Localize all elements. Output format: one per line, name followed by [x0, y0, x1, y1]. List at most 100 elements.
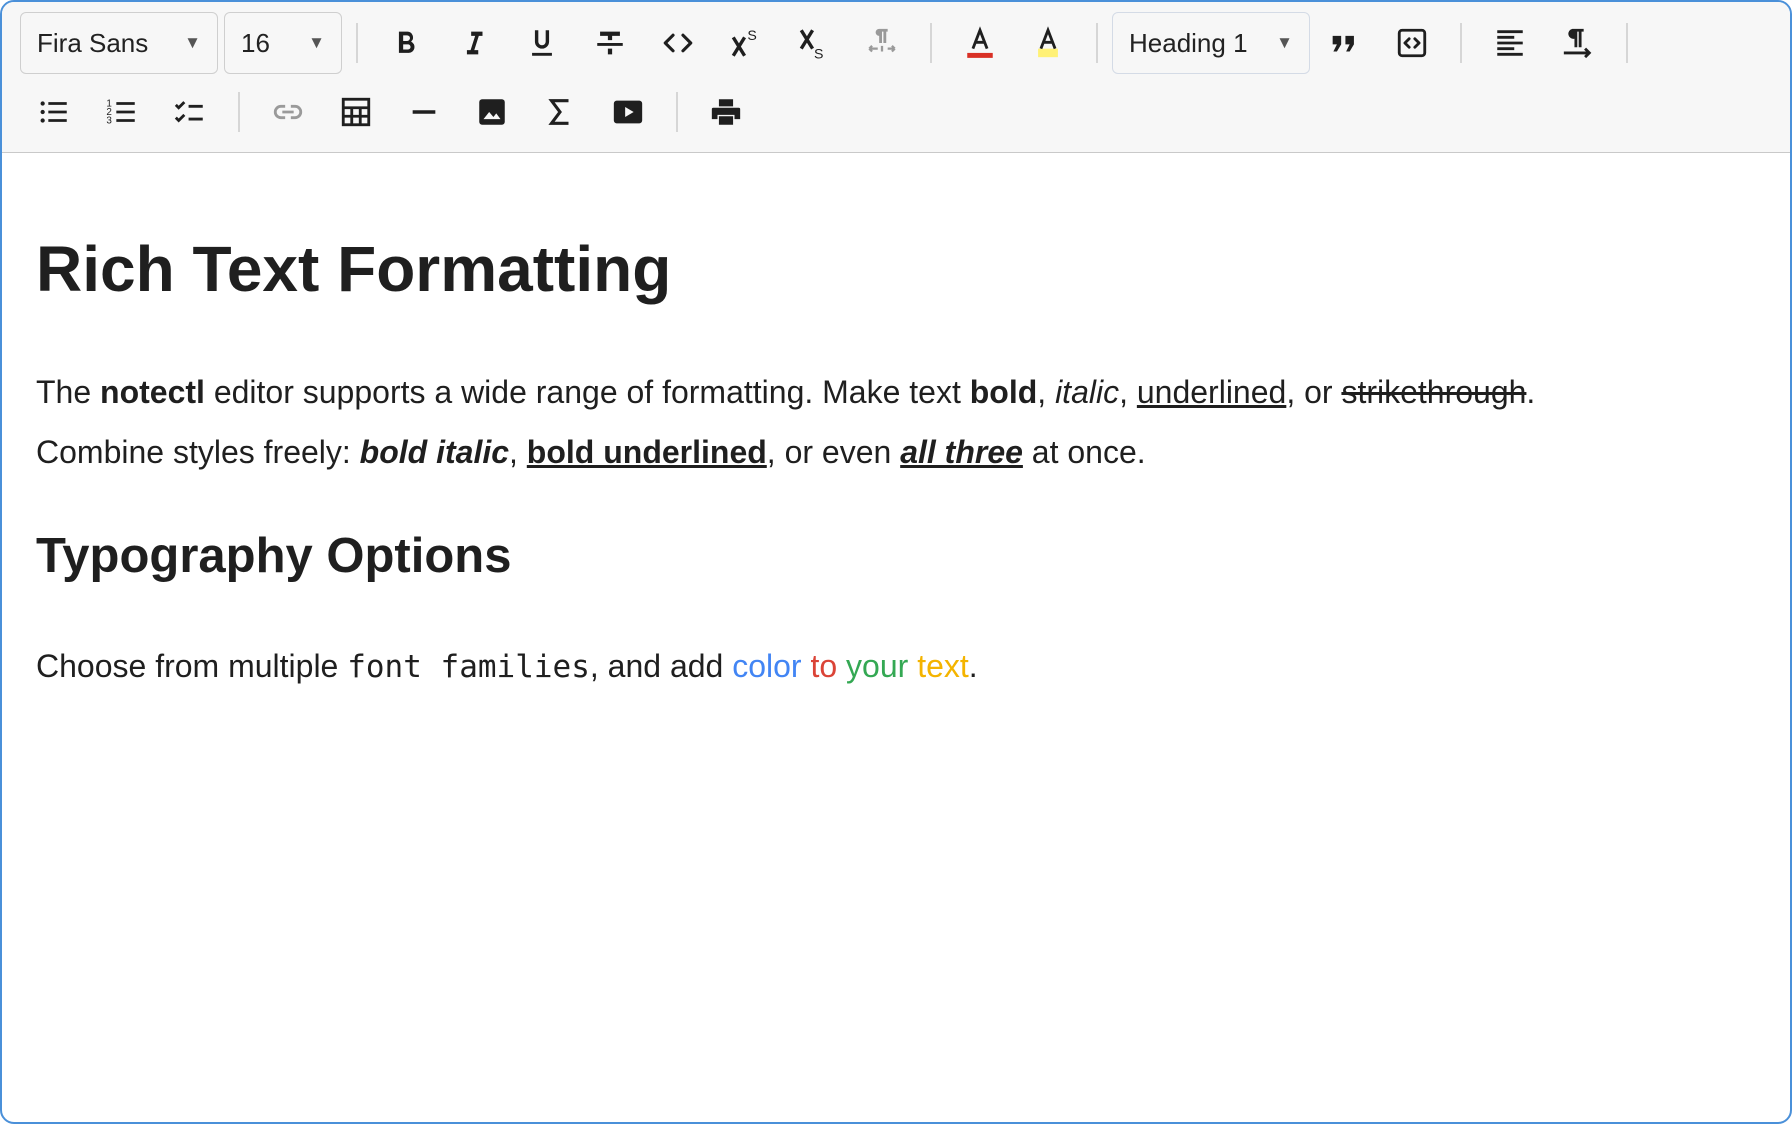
checklist-button[interactable] — [156, 81, 224, 143]
video-icon — [613, 100, 643, 124]
text-run: , — [1119, 374, 1137, 410]
font-family-select[interactable]: Fira Sans ▼ — [20, 12, 218, 74]
print-button[interactable] — [692, 81, 760, 143]
text-run: , or — [1286, 374, 1342, 410]
checklist-icon — [174, 101, 203, 123]
text-direction-button[interactable] — [848, 12, 916, 74]
bold-italic-underlined-text: all three — [900, 434, 1023, 470]
strikethrough-text: strikethrough — [1341, 374, 1527, 410]
bold-icon — [398, 31, 415, 53]
text-run: at once. — [1022, 434, 1146, 470]
font-color-button[interactable] — [946, 12, 1014, 74]
strikethrough-button[interactable] — [576, 12, 644, 74]
svg-text:S: S — [747, 28, 756, 44]
text-run: Choose from multiple — [36, 648, 348, 684]
subscript-button[interactable]: S — [780, 12, 848, 74]
strikethrough-icon — [597, 31, 623, 55]
bullet-list-button[interactable] — [20, 81, 88, 143]
math-button[interactable] — [526, 81, 594, 143]
heading-2[interactable]: Typography Options — [36, 528, 511, 584]
highlight-button[interactable] — [1014, 12, 1082, 74]
svg-text:3: 3 — [106, 115, 112, 126]
sigma-icon — [548, 99, 569, 125]
block-type-select[interactable]: Heading 1 ▼ — [1112, 12, 1310, 74]
toolbar: Fira Sans ▼ 16 ▼ S S Heading 1 ▼ 1 2 3 — [2, 2, 1790, 153]
rich-text-editor: Fira Sans ▼ 16 ▼ S S Heading 1 ▼ 1 2 3 R… — [0, 0, 1792, 1124]
toolbar-row-2: 123 — [20, 80, 760, 144]
heading-1[interactable]: Rich Text Formatting — [36, 232, 671, 306]
text-run: Combine styles freely: — [36, 434, 360, 470]
blue-text: color — [732, 648, 802, 684]
font-size-select[interactable]: 16 ▼ — [224, 12, 342, 74]
green-text: your — [846, 648, 909, 684]
text-run: , — [1037, 374, 1056, 410]
font-family-value: Fira Sans — [37, 27, 149, 58]
numbered-list-button[interactable]: 123 — [88, 81, 156, 143]
table-icon — [341, 97, 371, 127]
horizontal-rule-button[interactable] — [390, 81, 458, 143]
font-color-icon — [967, 26, 993, 58]
inline-code-button[interactable] — [644, 12, 712, 74]
text-run: , and add — [589, 648, 733, 684]
table-button[interactable] — [322, 81, 390, 143]
toolbar-separator — [1626, 23, 1628, 63]
toolbar-separator — [1096, 23, 1098, 63]
bold-underlined-text: bold underlined — [526, 434, 767, 470]
paragraph-direction-icon — [1563, 28, 1592, 59]
text-run: , or even — [766, 434, 901, 470]
bold-button[interactable] — [372, 12, 440, 74]
toolbar-separator — [930, 23, 932, 63]
horizontal-rule-icon — [412, 110, 436, 114]
underlined-text: underlined — [1136, 374, 1287, 410]
paragraph-direction-button[interactable] — [1544, 12, 1612, 74]
code-icon — [663, 33, 693, 53]
text-run: . — [968, 648, 978, 684]
red-text: to — [810, 648, 838, 684]
text-run: . — [1526, 374, 1536, 410]
subscript-icon: S — [799, 29, 823, 60]
highlight-icon — [1038, 26, 1058, 58]
italic-icon — [466, 31, 483, 55]
image-icon — [479, 99, 505, 125]
code-block-icon — [1397, 28, 1427, 58]
superscript-button[interactable]: S — [712, 12, 780, 74]
underline-icon — [532, 30, 552, 56]
image-button[interactable] — [458, 81, 526, 143]
text-run: editor supports a wide range of formatti… — [204, 374, 970, 410]
italic-text: italic — [1055, 374, 1120, 410]
toolbar-row-1: Fira Sans ▼ 16 ▼ S S Heading 1 ▼ — [20, 11, 1642, 75]
paragraph[interactable]: Choose from multiple font families, and … — [36, 648, 978, 685]
underline-button[interactable] — [508, 12, 576, 74]
italic-button[interactable] — [440, 12, 508, 74]
video-button[interactable] — [594, 81, 662, 143]
link-button[interactable] — [254, 81, 322, 143]
text-run: , — [509, 434, 527, 470]
bold-italic-text: bold italic — [359, 434, 510, 470]
bullet-list-icon — [40, 101, 67, 123]
svg-text:S: S — [814, 47, 823, 60]
yellow-text: text — [917, 648, 969, 684]
bold-text: notectl — [100, 374, 205, 410]
text-run: The — [36, 374, 101, 410]
bold-text: bold — [969, 374, 1038, 410]
numbered-list-icon: 123 — [106, 98, 135, 126]
chevron-down-icon: ▼ — [1276, 33, 1293, 52]
font-size-value: 16 — [241, 27, 270, 58]
superscript-icon: S — [731, 28, 757, 57]
monospace-text: font families — [347, 649, 590, 685]
link-icon — [273, 104, 303, 120]
toolbar-separator — [238, 92, 240, 132]
chevron-down-icon: ▼ — [184, 33, 201, 52]
text-direction-icon — [868, 28, 896, 53]
toolbar-separator — [1460, 23, 1462, 63]
paragraph[interactable]: The notectl editor supports a wide range… — [36, 374, 1535, 411]
blockquote-button[interactable] — [1310, 12, 1378, 74]
paragraph[interactable]: Combine styles freely: bold italic, bold… — [36, 434, 1146, 471]
blockquote-icon — [1332, 35, 1354, 52]
toolbar-separator — [676, 92, 678, 132]
align-left-button[interactable] — [1476, 12, 1544, 74]
chevron-down-icon: ▼ — [308, 33, 325, 52]
align-left-icon — [1497, 30, 1523, 56]
toolbar-separator — [356, 23, 358, 63]
code-block-button[interactable] — [1378, 12, 1446, 74]
